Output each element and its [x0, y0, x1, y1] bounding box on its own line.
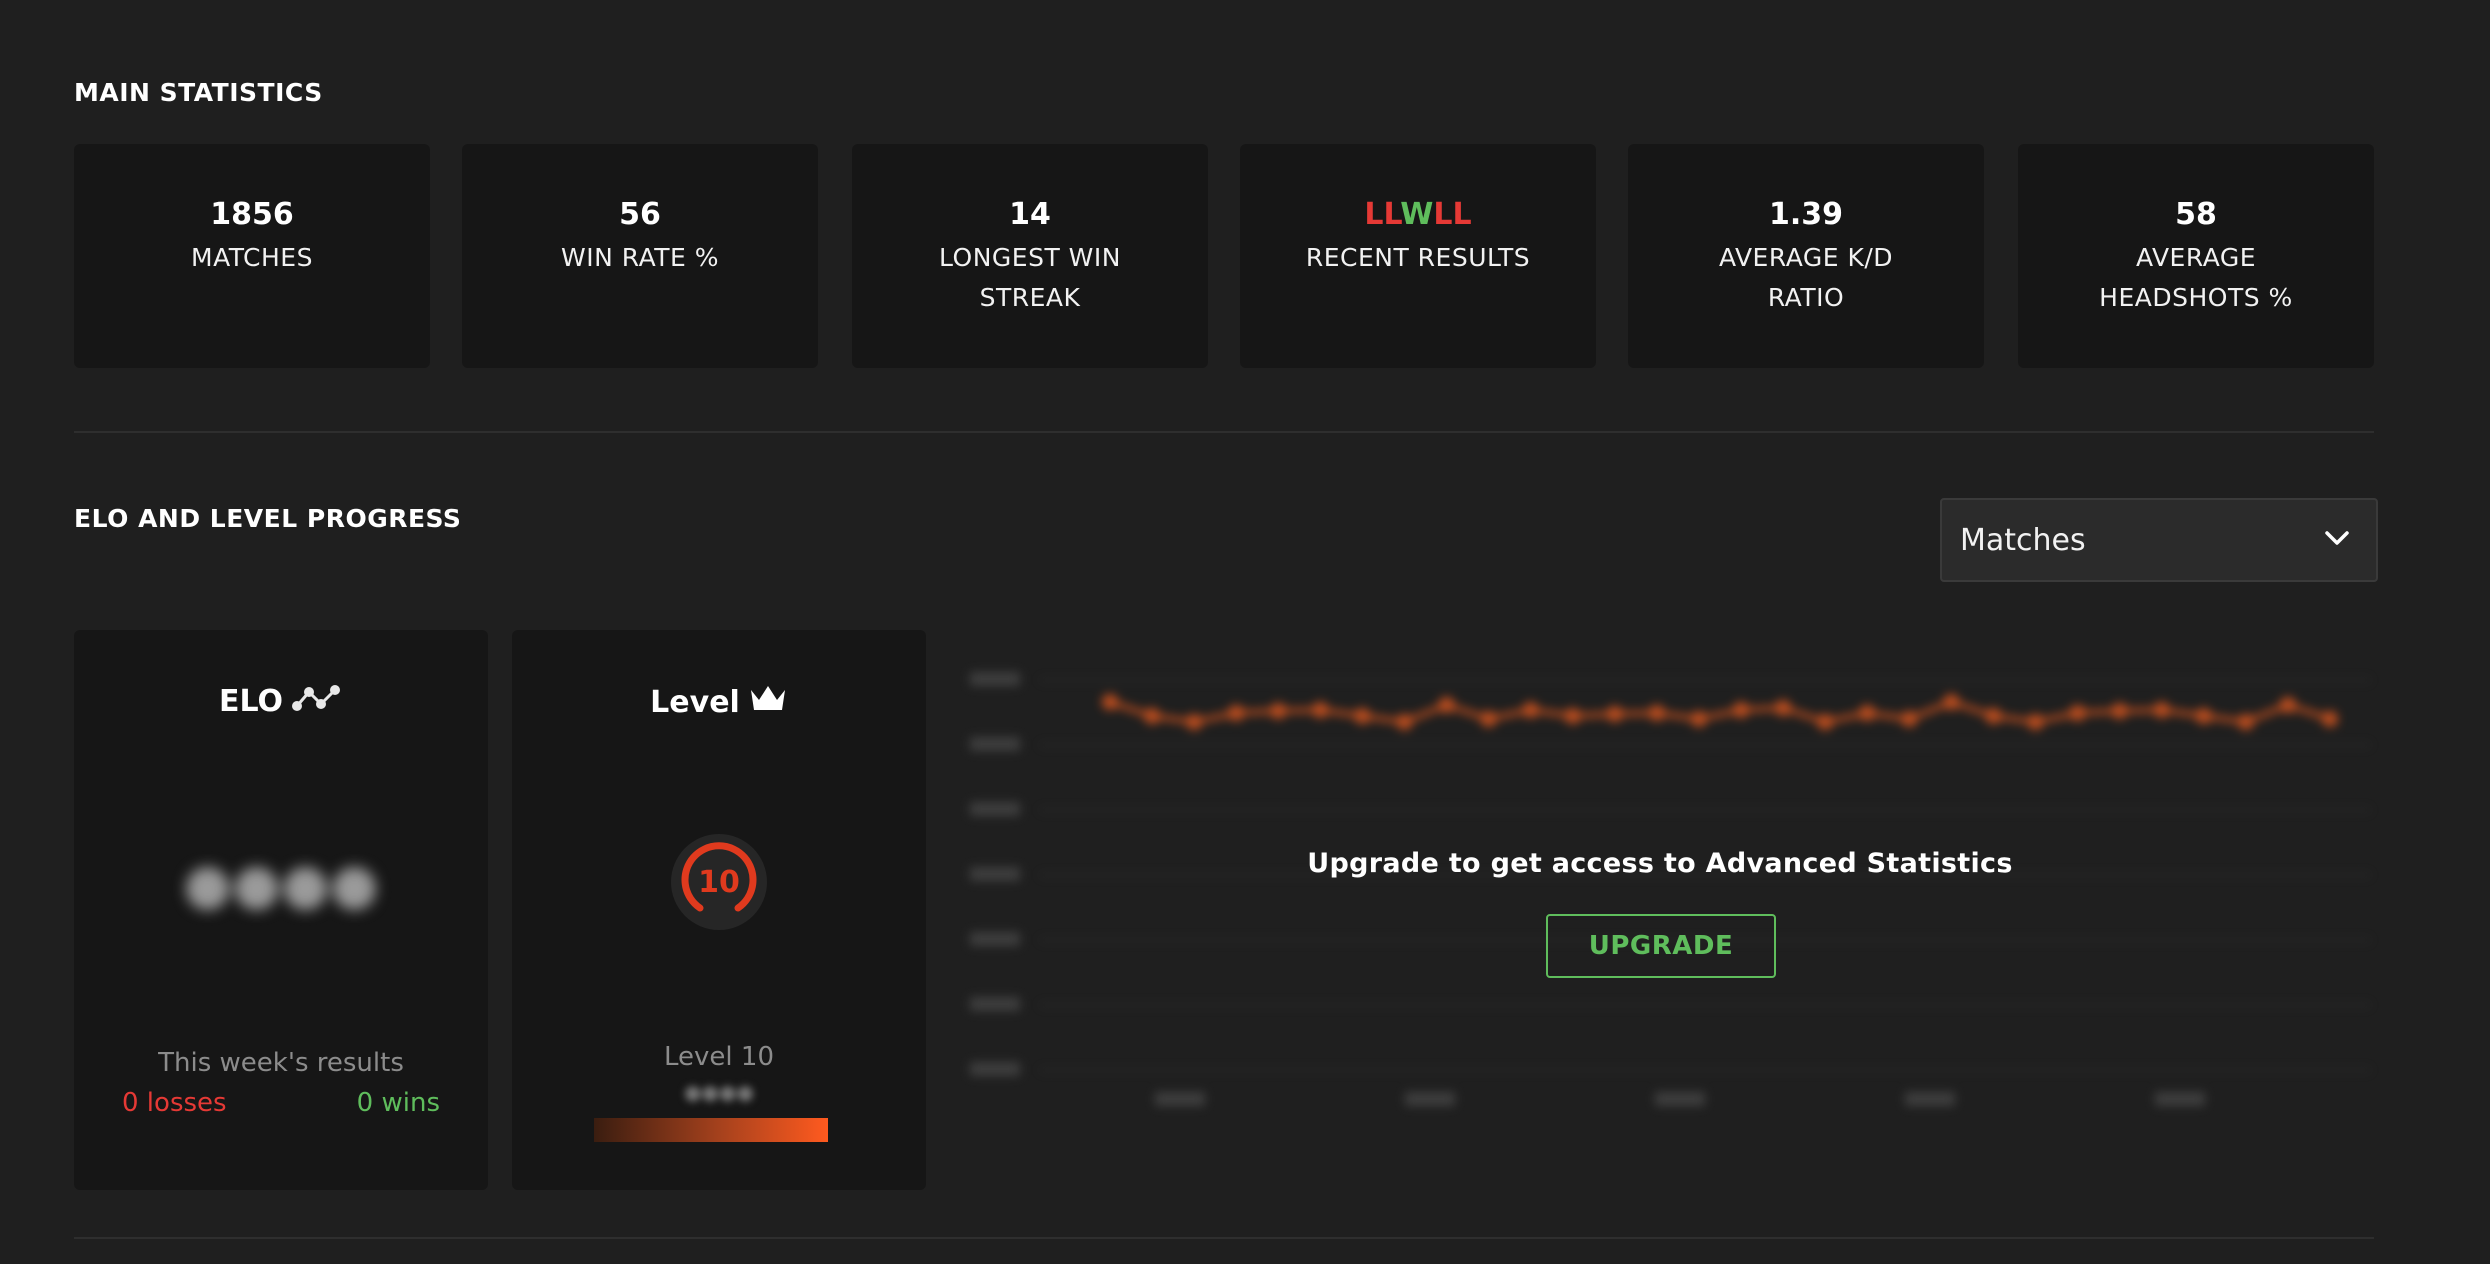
elo-point — [2069, 705, 2086, 721]
result-letter: L — [1364, 197, 1384, 232]
elo-point — [1943, 694, 1960, 710]
week-results-label: This week's results — [158, 1048, 404, 1078]
x-tick-label — [1905, 1092, 1955, 1106]
level-sub-blurred: ●●●● — [684, 1080, 754, 1104]
elo-point — [1564, 708, 1581, 724]
y-tick-label — [970, 932, 1020, 946]
section-divider — [74, 431, 2374, 433]
elo-title-text: ELO — [218, 683, 284, 719]
elo-point — [1606, 706, 1623, 722]
x-tick-label — [1155, 1092, 1205, 1106]
elo-chart-area — [960, 650, 2380, 1120]
elo-point — [1144, 708, 1161, 724]
stat-card-longest-win-streak: 14 LONGEST WIN STREAK — [852, 144, 1208, 368]
elo-line — [1109, 699, 2331, 725]
elo-point — [1859, 705, 1876, 721]
crown-icon — [748, 682, 788, 722]
elo-panel-title: ELO — [74, 682, 488, 720]
stat-value: 1856 — [210, 197, 294, 232]
x-tick-label — [1405, 1092, 1455, 1106]
level-title-text: Level — [650, 684, 740, 720]
elo-point — [2027, 714, 2044, 730]
elo-point — [1312, 702, 1329, 718]
stat-label: WIN RATE % — [560, 243, 720, 272]
stat-card-matches: 1856 MATCHES — [74, 144, 430, 368]
elo-point — [1522, 702, 1539, 718]
level-panel-title: Level — [512, 682, 926, 722]
elo-point — [2279, 697, 2296, 713]
y-tick-label — [970, 1062, 1020, 1076]
result-letter: W — [1400, 197, 1434, 232]
elo-point — [1270, 703, 1287, 719]
elo-point — [1228, 705, 1245, 721]
elo-panel: ELO ●●●● This week's results 0 losses 0 … — [74, 630, 488, 1190]
elo-point — [1396, 714, 1413, 730]
week-wins: 0 wins — [356, 1088, 440, 1118]
elo-point — [1480, 711, 1497, 727]
elo-point — [2237, 714, 2254, 730]
elo-level-progress-title: ELO AND LEVEL PROGRESS — [74, 504, 462, 533]
stat-label: AVERAGE K/D RATIO — [1718, 243, 1894, 312]
stat-label: AVERAGE HEADSHOTS % — [2099, 243, 2293, 312]
stat-card-average-kd: 1.39 AVERAGE K/D RATIO — [1628, 144, 1984, 368]
main-statistics-title: MAIN STATISTICS — [74, 78, 323, 107]
upgrade-message: Upgrade to get access to Advanced Statis… — [1307, 848, 2013, 879]
elo-point — [1901, 711, 1918, 727]
x-tick-label — [1655, 1092, 1705, 1106]
elo-point — [2322, 711, 2338, 727]
stat-label: RECENT RESULTS — [1305, 243, 1531, 272]
y-tick-label — [970, 672, 1020, 686]
y-tick-label — [970, 737, 1020, 751]
elo-point — [2111, 703, 2128, 719]
level-number: 10 — [698, 865, 740, 900]
stat-card-win-rate: 56 WIN RATE % — [462, 144, 818, 368]
level-progress-bar — [594, 1118, 828, 1142]
elo-value-blurred: ●●●● — [183, 852, 379, 917]
elo-point — [1438, 697, 1455, 713]
elo-point — [1102, 694, 1118, 710]
stat-label: LONGEST WIN STREAK — [939, 243, 1121, 312]
stat-card-average-headshots: 58 AVERAGE HEADSHOTS % — [2018, 144, 2374, 368]
dropdown-value: Matches — [1960, 522, 2086, 558]
elo-point — [1354, 708, 1371, 724]
stat-value: 1.39 — [1768, 197, 1844, 232]
result-letter: L — [1383, 197, 1401, 232]
recent-results-value: LLWLL — [1240, 196, 1596, 234]
week-losses: 0 losses — [122, 1088, 227, 1118]
y-tick-label — [970, 802, 1020, 816]
result-letter: L — [1433, 197, 1453, 232]
timeframe-dropdown[interactable]: Matches — [1940, 498, 2378, 582]
elo-point — [1648, 705, 1665, 721]
elo-point — [2195, 708, 2212, 724]
level-badge: 10 — [669, 832, 769, 932]
elo-point — [1186, 714, 1203, 730]
result-letter: L — [1452, 197, 1472, 232]
elo-point — [1733, 702, 1750, 718]
stat-value: 58 — [2175, 197, 2217, 232]
stat-value: 14 — [1009, 197, 1051, 232]
elo-point — [1690, 711, 1707, 727]
elo-point — [1775, 700, 1792, 716]
elo-point — [1817, 714, 1834, 730]
section-divider-bottom — [74, 1237, 2374, 1239]
stat-label: MATCHES — [191, 243, 313, 272]
level-panel: Level 10 Level 10 ●●●● — [512, 630, 926, 1190]
elo-point — [2153, 702, 2170, 718]
upgrade-button[interactable]: UPGRADE — [1546, 914, 1776, 978]
level-text: Level 10 — [664, 1042, 774, 1072]
x-tick-label — [2155, 1092, 2205, 1106]
chevron-down-icon — [2324, 530, 2350, 550]
chart-line-icon — [291, 682, 343, 720]
blurred-chart — [960, 650, 2380, 1120]
y-tick-label — [970, 997, 1020, 1011]
stat-value: 56 — [619, 197, 661, 232]
elo-point — [1985, 708, 2002, 724]
stat-card-recent-results: LLWLL RECENT RESULTS — [1240, 144, 1596, 368]
